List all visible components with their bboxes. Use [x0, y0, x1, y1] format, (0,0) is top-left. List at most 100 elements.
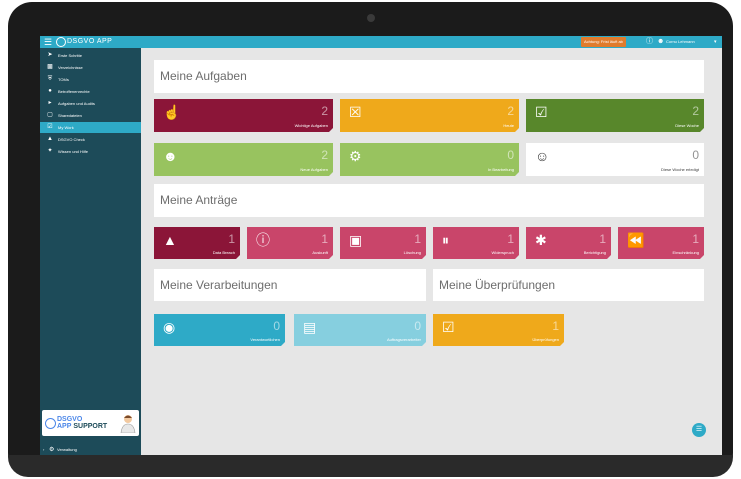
tile-corner: [515, 128, 519, 132]
tile-count: 2: [692, 104, 699, 118]
caret-right-icon: ▸: [48, 100, 52, 106]
tile-label: Auskunft: [312, 250, 328, 255]
tile-berichtigung[interactable]: ✱ 1 Berichtigung: [526, 227, 611, 259]
tile-count: 1: [507, 232, 514, 246]
folder-icon: ▢: [47, 112, 53, 118]
sidebar-item-dsgvo-check[interactable]: ▲ DSGVO Check: [40, 134, 141, 145]
user-name[interactable]: Cornu Lehmann: [666, 37, 695, 47]
bug-icon: ✱: [535, 232, 547, 248]
tile-loeschung[interactable]: ▣ 1 Löschung: [340, 227, 426, 259]
tile-label: Verantwortlichen: [250, 337, 280, 342]
tile-count: 0: [273, 319, 280, 333]
floating-menu-button[interactable]: ☰: [692, 423, 706, 437]
tile-corner: [700, 128, 704, 132]
sidebar-item-my-work[interactable]: ☑ My Work: [40, 122, 141, 133]
sidebar-item-label: Wissen und Hilfe: [58, 149, 89, 154]
tile-label: Data Breach: [212, 250, 235, 255]
sidebar-item-label: Betroffenenrechte: [58, 89, 90, 94]
section-title: Meine Verarbeitungen: [160, 278, 278, 292]
sidebar-item-sharedateien[interactable]: ▢ Sharedateien: [40, 110, 141, 121]
tile-label: Diese Woche erledigt: [661, 167, 699, 172]
tile-corner: [515, 255, 519, 259]
support-banner[interactable]: DSGVO APP SUPPORT: [42, 410, 139, 436]
tile-heute[interactable]: ☒ 2 Heute: [340, 99, 519, 132]
deadline-warning[interactable]: Achtung: Frist läuft ab: [581, 37, 626, 47]
shield-icon: ⛨: [47, 76, 53, 82]
tile-einschraenkung[interactable]: ⏪ 1 Einschränkung: [618, 227, 704, 259]
tile-auskunft[interactable]: ⓘ 1 Auskunft: [247, 227, 333, 259]
tile-data-breach[interactable]: ▲ 1 Data Breach: [154, 227, 240, 259]
tile-corner: [329, 255, 333, 259]
calendar-check-icon: ☑: [442, 319, 455, 335]
tile-label: Überprüfungen: [532, 337, 559, 342]
tile-corner: [515, 172, 519, 176]
support-avatar-icon: [120, 415, 136, 433]
tile-wichtige-aufgaben[interactable]: ☝ 2 Wichtige Aufgaben: [154, 99, 333, 132]
tile-label: Diese Woche: [675, 123, 699, 128]
ueberpruefungen-header: Meine Überprüfungen: [433, 269, 704, 301]
top-bar: ☰ DSGVO APP Achtung: Frist läuft ab ⓘ ☻ …: [40, 36, 722, 48]
sidebar-item-label: My Work: [58, 125, 74, 130]
support-line2a: APP: [57, 423, 72, 430]
help-icon[interactable]: ⓘ: [646, 37, 653, 47]
sidebar-item-label: DSGVO Check: [58, 137, 85, 142]
tile-count: 1: [692, 232, 699, 246]
tile-verantwortlichen[interactable]: ◉ 0 Verantwortlichen: [154, 314, 285, 346]
backward-icon: ⏪: [627, 232, 645, 248]
pin-icon: ✦: [47, 148, 53, 154]
sidebar: ➤ Erste Schritte ▩ Verzeichnisse ⛨ TOMs …: [40, 48, 141, 455]
sidebar-item-toms[interactable]: ⛨ TOMs: [40, 74, 141, 85]
sidebar-item-wissen-hilfe[interactable]: ✦ Wissen und Hilfe: [40, 146, 141, 157]
app-title[interactable]: DSGVO APP: [67, 37, 112, 47]
support-line2: APP SUPPORT: [57, 423, 107, 430]
warning-icon: ▲: [163, 232, 177, 248]
tile-auftragsverarbeiter[interactable]: ▤ 0 Auftragsverarbeiter: [294, 314, 426, 346]
tile-label: Heute: [503, 123, 514, 128]
checkbox-icon: ☑: [47, 124, 53, 130]
sidebar-item-aufgaben-audits[interactable]: ▸ Aufgaben und Audits: [40, 98, 141, 109]
app-screen: ☰ DSGVO APP Achtung: Frist läuft ab ⓘ ☻ …: [40, 36, 722, 455]
calendar-check-icon: ☑: [535, 104, 548, 120]
sidebar-item-verwaltung[interactable]: › ⚙ Verwaltung: [40, 445, 141, 455]
warning-icon: ▲: [47, 136, 53, 142]
tile-corner: [329, 128, 333, 132]
chevron-down-icon[interactable]: ▾: [714, 37, 717, 47]
tile-label: Neue Aufgaben: [300, 167, 328, 172]
section-title: Meine Aufgaben: [160, 69, 247, 83]
tile-label: Widerspruch: [491, 250, 514, 255]
tile-label: In Bearbeitung: [487, 167, 514, 172]
tile-count: 1: [552, 319, 559, 333]
tile-label: Löschung: [403, 250, 421, 255]
sidebar-item-verzeichnisse[interactable]: ▩ Verzeichnisse: [40, 62, 141, 73]
tile-diese-woche-erledigt[interactable]: ☺ 0 Diese Woche erledigt: [526, 143, 704, 176]
tile-count: 0: [692, 148, 699, 162]
tile-count: 1: [414, 232, 421, 246]
info-icon: ⓘ: [256, 232, 270, 248]
sidebar-item-label: Sharedateien: [58, 113, 82, 118]
menu-icon[interactable]: ☰: [44, 37, 52, 47]
smile-icon: ☺: [535, 148, 550, 164]
tile-neue-aufgaben[interactable]: ☻ 2 Neue Aufgaben: [154, 143, 333, 176]
logo-icon: [56, 37, 66, 47]
sidebar-item-label: Verzeichnisse: [58, 65, 83, 70]
tile-widerspruch[interactable]: ⏸ 1 Widerspruch: [433, 227, 519, 259]
user-icon[interactable]: ☻: [657, 37, 664, 47]
binoculars-icon: ◉: [163, 319, 176, 335]
calendar-x-icon: ☒: [349, 104, 362, 120]
tile-corner: [422, 255, 426, 259]
tile-corner: [281, 342, 285, 346]
sidebar-item-label: TOMs: [58, 77, 69, 82]
sidebar-item-erste-schritte[interactable]: ➤ Erste Schritte: [40, 50, 141, 61]
chart-icon: ▩: [47, 64, 53, 70]
tile-label: Einschränkung: [672, 250, 699, 255]
antraege-header: Meine Anträge: [154, 184, 704, 217]
archive-icon: ▤: [303, 319, 317, 335]
hand-pointer-icon: ☝: [163, 104, 181, 120]
tile-label: Berichtigung: [583, 250, 606, 255]
tile-ueberpruefungen[interactable]: ☑ 1 Überprüfungen: [433, 314, 564, 346]
chevron-right-icon: ›: [43, 447, 45, 452]
stop-icon: ▣: [349, 232, 363, 248]
sidebar-item-betroffenenrechte[interactable]: ● Betroffenenrechte: [40, 86, 141, 97]
tile-diese-woche[interactable]: ☑ 2 Diese Woche: [526, 99, 704, 132]
tile-in-bearbeitung[interactable]: ⚙ 0 In Bearbeitung: [340, 143, 519, 176]
